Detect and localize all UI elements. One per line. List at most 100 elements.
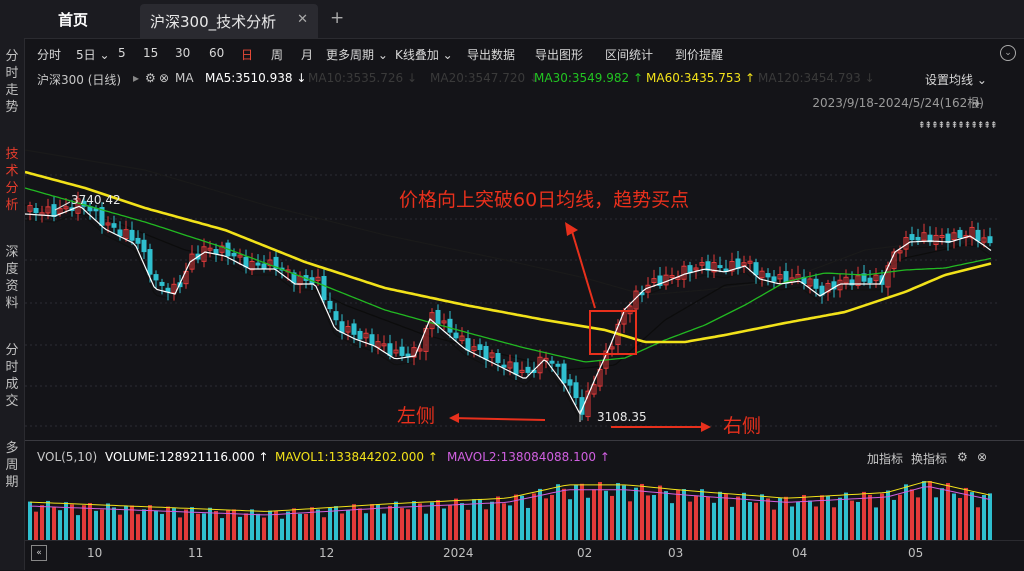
volume-bar: [586, 497, 590, 540]
volume-bar: [562, 488, 566, 540]
toolbar-item-kline-overlay[interactable]: K线叠加 ⌄: [395, 46, 453, 63]
volume-bar: [256, 513, 260, 540]
volume-bar: [382, 513, 386, 540]
x-axis-label: 12: [319, 546, 335, 560]
chevron-down-icon[interactable]: ⌄: [1000, 45, 1016, 61]
volume-bar: [322, 517, 326, 540]
candle-body: [945, 233, 951, 243]
sidebar-item-multi-period[interactable]: 多周期: [0, 440, 24, 491]
mavol2-value: MAVOL2:138084088.100 ↑: [447, 450, 610, 464]
candle-body: [51, 204, 57, 218]
candle-body: [771, 276, 777, 282]
close-icon[interactable]: ⊗: [977, 450, 987, 464]
callout-text: 价格向上突破60日均线，趋势买点: [399, 189, 689, 211]
close-icon[interactable]: ✕: [297, 12, 308, 27]
volume-bar: [328, 507, 332, 540]
pin-icon[interactable]: ✈: [972, 97, 982, 111]
toolbar-item[interactable]: 周: [271, 46, 283, 63]
price-chart[interactable]: 3740.42 3108.35 价格向上突破60日均线，趋势买点左侧 右侧: [25, 130, 1000, 435]
candle-body: [327, 300, 333, 310]
gear-icon[interactable]: ⚙: [145, 71, 156, 85]
candle-body: [561, 363, 567, 384]
volume-bar: [418, 503, 422, 540]
candle-body: [369, 334, 375, 345]
toolbar-item-price-alert[interactable]: 到价提醒: [675, 46, 723, 63]
volume-bar: [154, 510, 158, 540]
volume-bar: [580, 483, 584, 540]
volume-bar: [664, 491, 668, 540]
volume-bar: [766, 498, 770, 540]
volume-bar: [982, 494, 986, 540]
toolbar-item[interactable]: 15: [143, 46, 158, 60]
candle-body: [333, 311, 339, 321]
candle-body: [525, 366, 531, 373]
candle-body: [573, 382, 579, 399]
tab-technical-analysis[interactable]: 沪深300_技术分析 ✕: [140, 4, 318, 38]
toolbar-item-range-stats[interactable]: 区间统计: [605, 46, 653, 63]
ma5-value: MA5:3510.938 ↓: [205, 71, 307, 85]
volume-bar: [646, 495, 650, 540]
switch-indicator-button[interactable]: 换指标: [911, 450, 947, 467]
chevron-left-icon[interactable]: «: [31, 545, 47, 561]
volume-bar: [184, 509, 188, 540]
candle-body: [405, 353, 411, 357]
callout-arrow: [570, 227, 596, 309]
volume-bar: [76, 515, 80, 540]
volume-bar: [430, 502, 434, 540]
volume-bar: [670, 503, 674, 540]
right-label: 右侧: [723, 415, 761, 435]
toolbar-item[interactable]: 5: [118, 46, 126, 60]
candle-body: [33, 207, 39, 214]
left-arrow: [450, 417, 546, 421]
ma-settings-button[interactable]: 设置均线 ⌄: [925, 71, 987, 88]
volume-chart[interactable]: [25, 468, 1000, 540]
ma20-value: MA20:3547.720 ↓: [430, 71, 540, 85]
toolbar-item[interactable]: 30: [175, 46, 190, 60]
volume-bar: [592, 489, 596, 540]
add-indicator-button[interactable]: 加指标: [867, 450, 903, 467]
candle-body: [717, 265, 723, 269]
volume-bar: [370, 504, 374, 540]
candle-body: [549, 360, 555, 364]
sidebar-item-profile[interactable]: 深度资料: [0, 244, 24, 312]
volume-bar: [718, 491, 722, 540]
x-axis-label: 11: [188, 546, 204, 560]
toolbar-item[interactable]: 月: [301, 46, 313, 63]
candle-body: [141, 239, 147, 253]
volume-bar: [238, 516, 242, 540]
volume-bar: [490, 501, 494, 540]
ma-legend: 沪深300 (日线) ▸ ⚙ ⊗ MA MA5:3510.938 ↓ MA10:…: [25, 68, 1024, 88]
volume-bar: [508, 505, 512, 540]
sidebar-item-intraday[interactable]: 分时走势: [0, 48, 24, 116]
volume-bar: [988, 493, 992, 540]
candle-body: [399, 346, 405, 356]
volume-bar: [604, 490, 608, 540]
sidebar-item-technical[interactable]: 技术分析: [0, 146, 24, 214]
candle-body: [687, 265, 693, 274]
candle-body: [147, 249, 153, 275]
toolbar-item[interactable]: 60: [209, 46, 224, 60]
close-icon[interactable]: ⊗: [159, 71, 169, 85]
toolbar-item-export-chart[interactable]: 导出图形: [535, 46, 583, 63]
volume-bar: [244, 513, 248, 540]
candle-body: [339, 321, 345, 333]
tab-home[interactable]: 首页: [58, 9, 88, 30]
toolbar-item-export-data[interactable]: 导出数据: [467, 46, 515, 63]
arrowhead: [449, 413, 459, 423]
toolbar-item-more-periods[interactable]: 更多周期 ⌄: [326, 46, 388, 63]
candle-body: [231, 252, 237, 257]
volume-bar: [658, 485, 662, 540]
toolbar-item-daily[interactable]: 日: [241, 46, 253, 63]
toolbar-item[interactable]: 分时: [37, 46, 61, 63]
candle-body: [135, 237, 141, 244]
volume-bar: [796, 501, 800, 540]
volume-bar: [910, 489, 914, 540]
toolbar-item[interactable]: 5日 ⌄: [76, 46, 110, 63]
volume-bar: [922, 481, 926, 540]
sidebar-item-trades[interactable]: 分时成交: [0, 342, 24, 410]
tab-bar: 首页 沪深300_技术分析 ✕ +: [0, 0, 1024, 39]
gear-icon[interactable]: ⚙: [957, 450, 968, 464]
add-tab-icon[interactable]: +: [330, 8, 344, 28]
volume-bar: [262, 517, 266, 540]
volume-bar: [790, 506, 794, 540]
